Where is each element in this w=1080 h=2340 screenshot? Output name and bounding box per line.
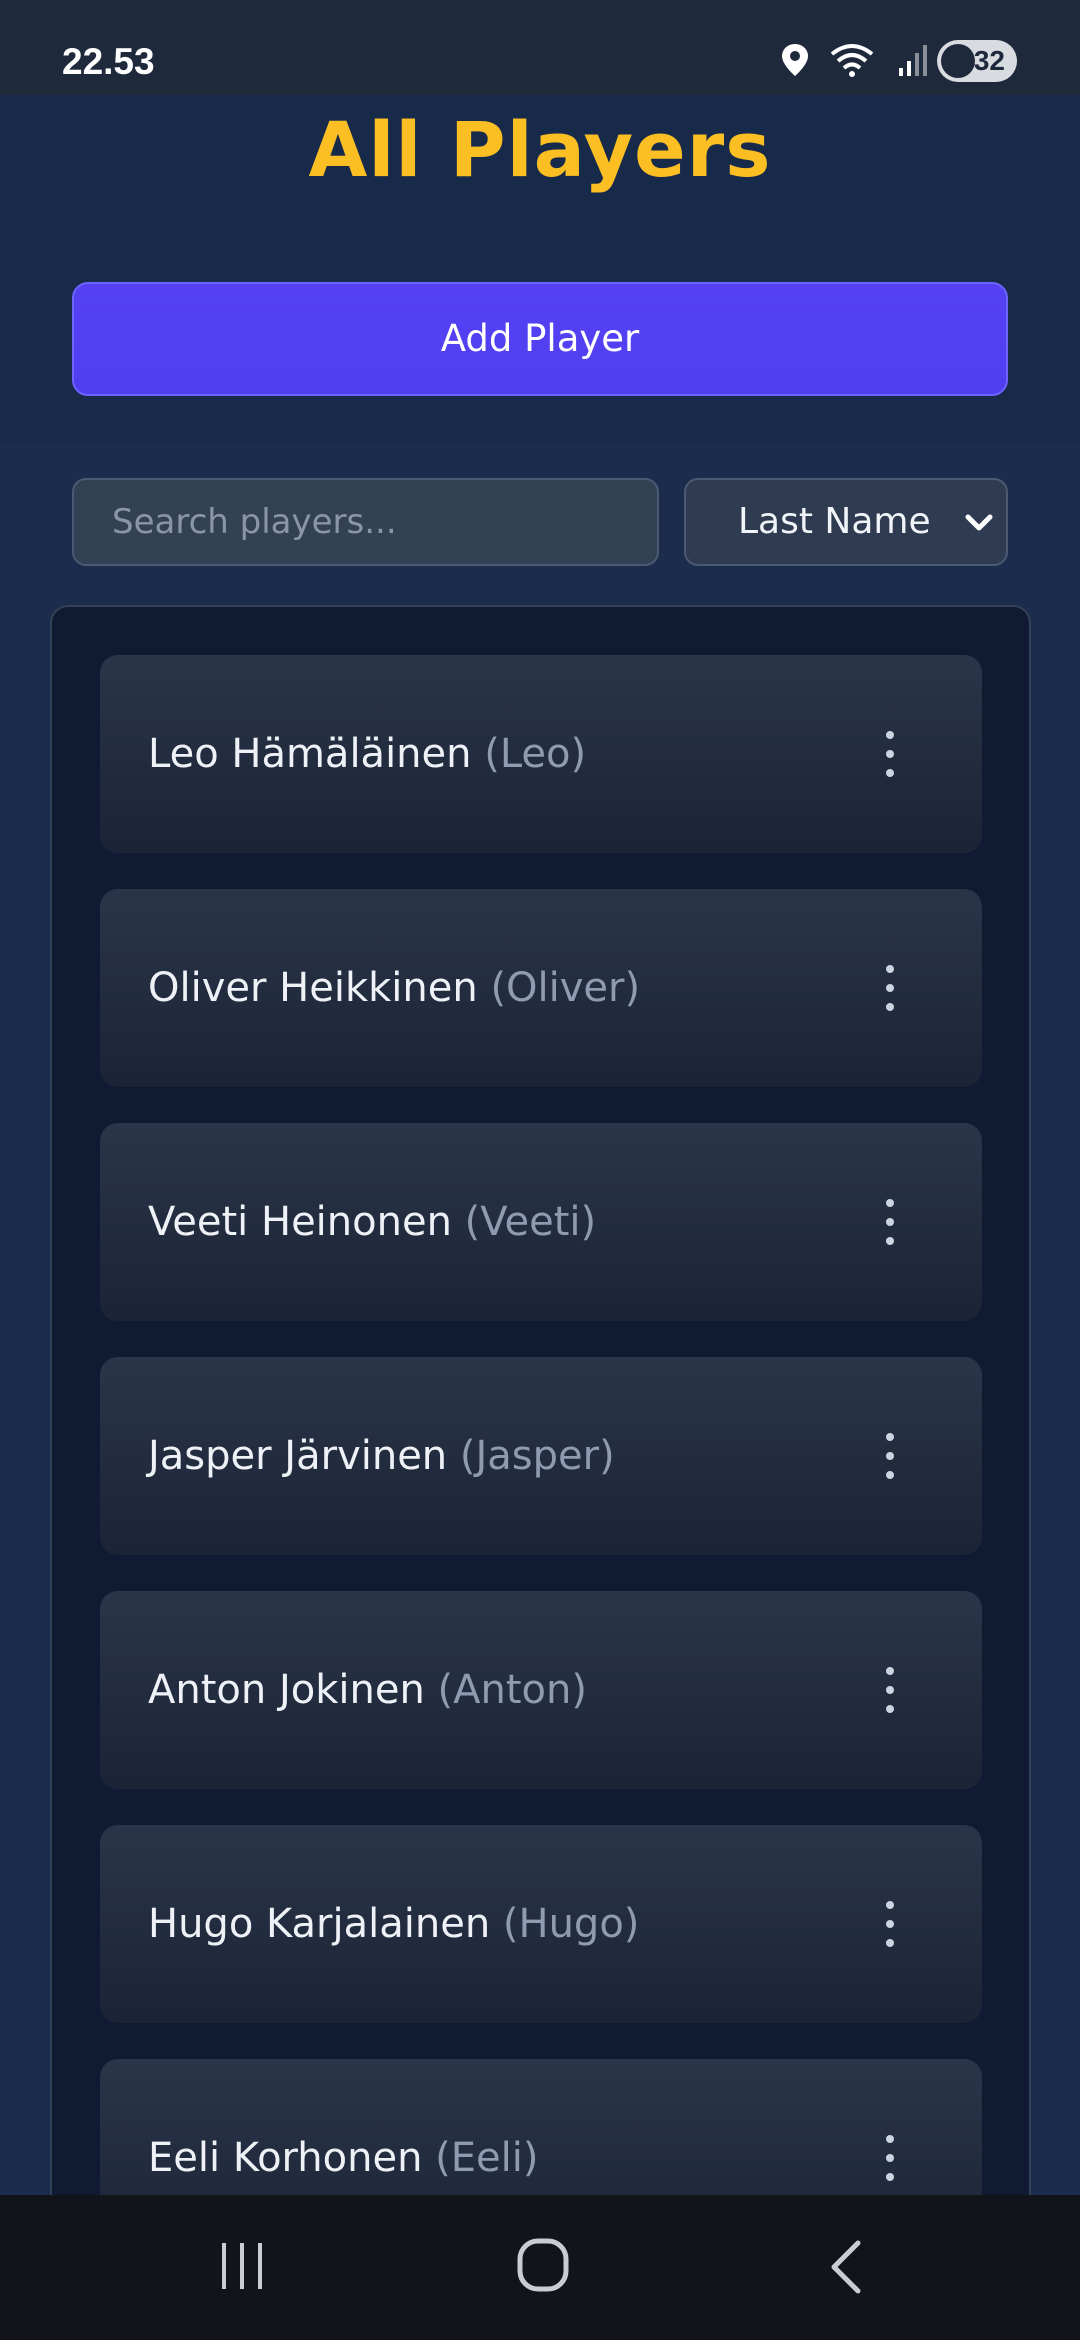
player-name: Hugo Karjalainen <box>148 1901 491 1947</box>
player-nickname: (Eeli) <box>435 2135 539 2181</box>
player-name-line: Hugo Karjalainen (Hugo) <box>148 1825 639 2023</box>
home-icon[interactable] <box>516 2237 570 2293</box>
player-name-line: Veeti Heinonen (Veeti) <box>148 1123 596 1321</box>
sort-selected-value: Last Name <box>738 501 931 542</box>
battery-level: 32 <box>973 45 1005 76</box>
player-name: Eeli Korhonen <box>148 2135 423 2181</box>
player-nickname: (Leo) <box>484 731 587 777</box>
player-card[interactable]: Anton Jokinen (Anton) <box>100 1591 982 1789</box>
player-card[interactable]: Veeti Heinonen (Veeti) <box>100 1123 982 1321</box>
player-card[interactable]: Jasper Järvinen (Jasper) <box>100 1357 982 1555</box>
battery-icon: 32 <box>937 40 1017 82</box>
player-card[interactable]: Oliver Heikkinen (Oliver) <box>100 889 982 1087</box>
search-input[interactable] <box>72 478 659 566</box>
status-bar: 22.53 32 <box>0 0 1080 95</box>
wifi-icon <box>830 44 874 77</box>
signal-icon <box>899 45 927 76</box>
player-name: Oliver Heikkinen <box>148 965 478 1011</box>
more-vertical-icon[interactable] <box>880 1901 900 1947</box>
status-time: 22.53 <box>62 41 155 82</box>
recents-icon[interactable] <box>216 2240 268 2292</box>
player-list: Leo Hämäläinen (Leo) Oliver Heikkinen (O… <box>50 605 1031 2265</box>
more-vertical-icon[interactable] <box>880 965 900 1011</box>
player-name-line: Jasper Järvinen (Jasper) <box>148 1357 615 1555</box>
player-nickname: (Anton) <box>437 1667 587 1713</box>
player-name-line: Anton Jokinen (Anton) <box>148 1591 587 1789</box>
player-name: Anton Jokinen <box>148 1667 425 1713</box>
location-icon <box>782 44 808 76</box>
player-card[interactable]: Leo Hämäläinen (Leo) <box>100 655 982 853</box>
more-vertical-icon[interactable] <box>880 1433 900 1479</box>
more-vertical-icon[interactable] <box>880 1667 900 1713</box>
status-icons: 32 <box>780 36 1080 86</box>
player-name: Leo Hämäläinen <box>148 731 472 777</box>
player-name: Jasper Järvinen <box>148 1433 448 1479</box>
player-nickname: (Hugo) <box>502 1901 640 1947</box>
player-name: Veeti Heinonen <box>148 1199 452 1245</box>
player-nickname: (Veeti) <box>464 1199 597 1245</box>
player-nickname: (Oliver) <box>490 965 641 1011</box>
more-vertical-icon[interactable] <box>880 1199 900 1245</box>
chevron-down-icon <box>965 514 993 531</box>
system-nav-bar <box>0 2195 1080 2340</box>
player-nickname: (Jasper) <box>459 1433 615 1479</box>
battery-bolt-icon <box>941 44 975 78</box>
page-title: All Players <box>308 105 772 194</box>
player-card[interactable]: Hugo Karjalainen (Hugo) <box>100 1825 982 2023</box>
more-vertical-icon[interactable] <box>880 731 900 777</box>
add-player-button[interactable]: Add Player <box>72 282 1008 396</box>
sort-select[interactable]: Last Name <box>684 478 1008 566</box>
more-vertical-icon[interactable] <box>880 2135 900 2181</box>
player-name-line: Leo Hämäläinen (Leo) <box>148 655 586 853</box>
back-icon[interactable] <box>826 2239 866 2295</box>
player-name-line: Oliver Heikkinen (Oliver) <box>148 889 640 1087</box>
